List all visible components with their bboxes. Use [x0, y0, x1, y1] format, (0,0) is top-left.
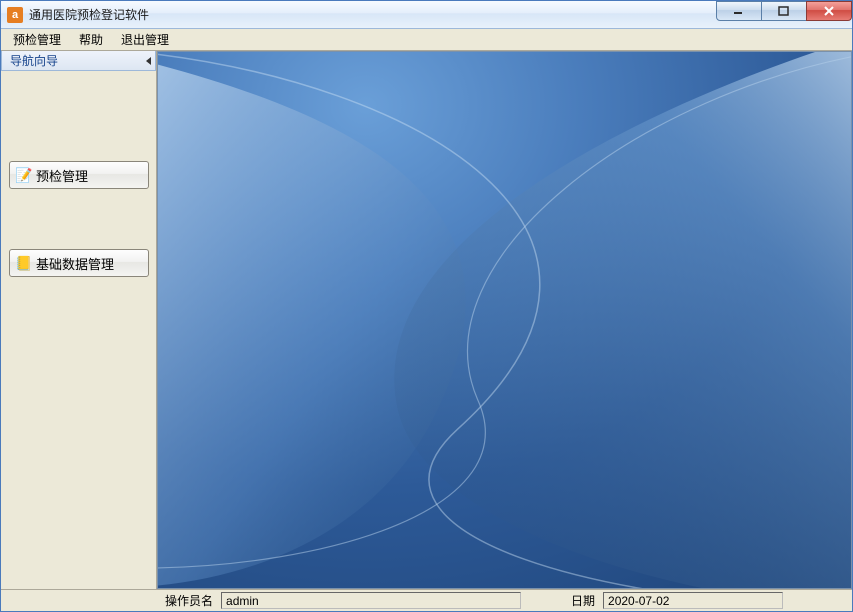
app-icon: a	[7, 7, 23, 23]
body: 导航向导 📝 预检管理 📒 基础数据管理	[1, 51, 852, 589]
nav-label: 基础数据管理	[36, 254, 114, 273]
maximize-button[interactable]	[761, 1, 807, 21]
sidebar-body: 📝 预检管理 📒 基础数据管理	[1, 71, 156, 589]
ledger-icon: 📒	[16, 255, 32, 271]
menu-help[interactable]: 帮助	[71, 29, 111, 50]
menu-pre-check[interactable]: 预检管理	[5, 29, 69, 50]
main-canvas	[157, 51, 852, 589]
nav-base-data-button[interactable]: 📒 基础数据管理	[9, 249, 149, 277]
titlebar: a 通用医院预检登记软件	[1, 1, 852, 29]
date-label: 日期	[569, 592, 597, 609]
window-title: 通用医院预检登记软件	[29, 6, 149, 23]
menubar: 预检管理 帮助 退出管理	[1, 29, 852, 51]
collapse-left-icon[interactable]	[146, 57, 151, 65]
menu-exit[interactable]: 退出管理	[113, 29, 177, 50]
app-window: a 通用医院预检登记软件 预检管理 帮助 退出管理 导航向导	[0, 0, 853, 612]
close-button[interactable]	[806, 1, 852, 21]
sidebar-header: 导航向导	[1, 51, 156, 71]
operator-label: 操作员名	[163, 592, 215, 609]
sidebar-title: 导航向导	[10, 52, 58, 69]
background-wave-icon	[158, 52, 851, 588]
window-controls	[717, 1, 852, 21]
minimize-button[interactable]	[716, 1, 762, 21]
sidebar: 导航向导 📝 预检管理 📒 基础数据管理	[1, 51, 157, 589]
document-edit-icon: 📝	[16, 167, 32, 183]
nav-label: 预检管理	[36, 166, 88, 185]
date-field: 2020-07-02	[603, 592, 783, 609]
operator-field: admin	[221, 592, 521, 609]
statusbar: 操作员名 admin 日期 2020-07-02	[1, 589, 852, 611]
nav-pre-check-button[interactable]: 📝 预检管理	[9, 161, 149, 189]
